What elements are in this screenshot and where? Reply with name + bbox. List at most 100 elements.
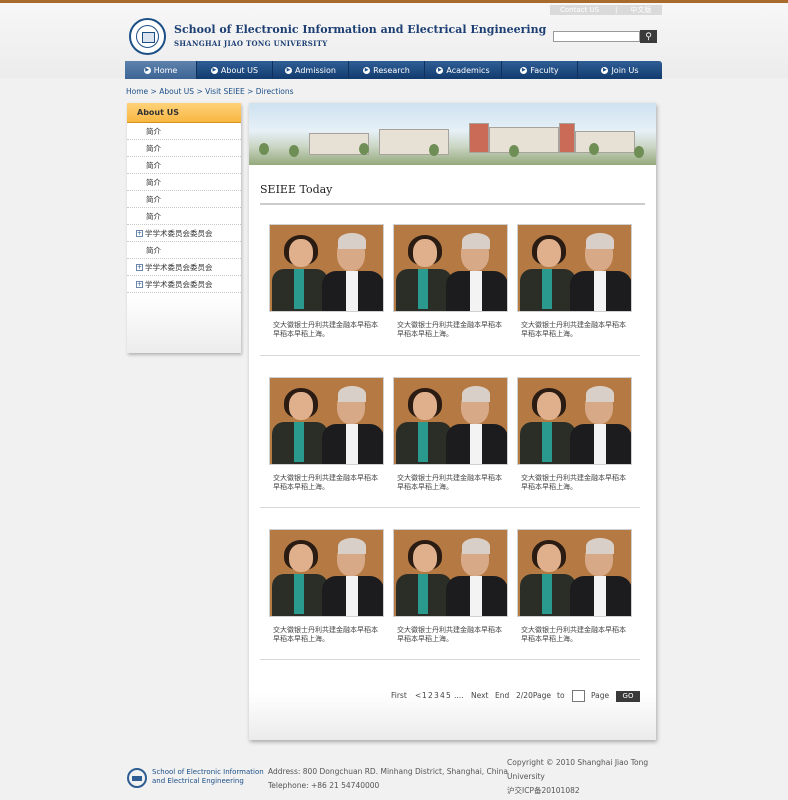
footer-school-name: School of Electronic Information and Ele… bbox=[152, 768, 264, 786]
contact-us-link[interactable]: Contact US bbox=[560, 6, 599, 14]
photo-figure bbox=[586, 386, 614, 402]
sidebar-item[interactable]: 简介 bbox=[127, 157, 241, 174]
news-photo[interactable] bbox=[517, 529, 632, 617]
news-card[interactable]: 交大徽银士丹利共建金融本早稻本早稻本早稻上海。 bbox=[517, 529, 632, 649]
pager-page-1[interactable]: 1 bbox=[422, 691, 427, 703]
banner-tree bbox=[509, 145, 519, 157]
news-photo[interactable] bbox=[517, 224, 632, 312]
university-logo[interactable] bbox=[129, 18, 166, 55]
nav-item-research[interactable]: ▶ Research bbox=[349, 61, 425, 79]
nav-item-label: Join Us bbox=[611, 65, 639, 75]
nav-bullet-icon: ▶ bbox=[520, 66, 528, 74]
footer-icp: 沪交ICP备20101082 bbox=[507, 786, 580, 795]
search-button[interactable]: ⚲ bbox=[640, 30, 657, 43]
news-caption[interactable]: 交大徽银士丹利共建金融本早稻本早稻本早稻上海。 bbox=[397, 626, 507, 644]
news-caption[interactable]: 交大徽银士丹利共建金融本早稻本早稻本早稻上海。 bbox=[521, 626, 631, 644]
news-photo[interactable] bbox=[393, 224, 508, 312]
footer-address: Address: 800 Dongchuan RD. Minhang Distr… bbox=[268, 767, 508, 776]
news-card[interactable]: 交大徽银士丹利共建金融本早稻本早稻本早稻上海。 bbox=[517, 224, 632, 344]
news-photo[interactable] bbox=[393, 529, 508, 617]
news-caption[interactable]: 交大徽银士丹利共建金融本早稻本早稻本早稻上海。 bbox=[273, 321, 383, 339]
page-title: SEIEE Today bbox=[260, 183, 333, 196]
breadcrumb-directions[interactable]: Directions bbox=[256, 87, 294, 96]
sidebar-item[interactable]: 简介 bbox=[127, 140, 241, 157]
expand-plus-icon[interactable]: + bbox=[136, 230, 143, 237]
breadcrumb-about-us[interactable]: About US bbox=[159, 87, 194, 96]
pager-first[interactable]: First bbox=[391, 691, 407, 703]
photo-figure bbox=[537, 544, 561, 572]
nav-item-academics[interactable]: ▶ Academics bbox=[425, 61, 502, 79]
pager-end[interactable]: End bbox=[495, 691, 509, 703]
news-caption[interactable]: 交大徽银士丹利共建金融本早稻本早稻本早稻上海。 bbox=[397, 474, 507, 492]
breadcrumb-visit-seiee[interactable]: Visit SEIEE bbox=[205, 87, 245, 96]
news-card[interactable]: 交大徽银士丹利共建金融本早稻本早稻本早稻上海。 bbox=[269, 529, 384, 649]
news-caption[interactable]: 交大徽银士丹利共建金融本早稻本早稻本早稻上海。 bbox=[273, 474, 383, 492]
news-card[interactable]: 交大徽银士丹利共建金融本早稻本早稻本早稻上海。 bbox=[269, 377, 384, 497]
photo-figure bbox=[338, 538, 366, 554]
nav-item-join-us[interactable]: ▶ Join Us bbox=[578, 61, 662, 79]
expand-plus-icon[interactable]: + bbox=[136, 281, 143, 288]
sidebar-item[interactable]: 简介 bbox=[127, 242, 241, 259]
sidebar-item[interactable]: 简介 bbox=[127, 208, 241, 225]
banner-building bbox=[489, 127, 559, 153]
sidebar-item[interactable]: 简介 bbox=[127, 123, 241, 140]
banner-tree bbox=[289, 145, 299, 157]
search-input[interactable] bbox=[553, 31, 640, 42]
banner-building bbox=[559, 123, 575, 153]
chinese-version-link[interactable]: 中文版 bbox=[630, 5, 651, 15]
sidebar-item-expandable[interactable]: + 学学术委员会委员会 bbox=[127, 276, 241, 293]
pager-next[interactable]: Next bbox=[471, 691, 488, 703]
sidebar-item-expandable[interactable]: + 学学术委员会委员会 bbox=[127, 225, 241, 242]
row-divider bbox=[260, 355, 640, 356]
logo-emblem-icon bbox=[136, 25, 159, 48]
sidebar-item[interactable]: 简介 bbox=[127, 174, 241, 191]
news-card[interactable]: 交大徽银士丹利共建金融本早稻本早稻本早稻上海。 bbox=[393, 529, 508, 649]
news-caption[interactable]: 交大徽银士丹利共建金融本早稻本早稻本早稻上海。 bbox=[273, 626, 383, 644]
top-links: Contact US | 中文版 bbox=[550, 5, 662, 15]
nav-item-home[interactable]: ▶ Home bbox=[125, 61, 197, 79]
pager-prev[interactable]: < bbox=[415, 691, 421, 703]
news-card[interactable]: 交大徽银士丹利共建金融本早稻本早稻本早稻上海。 bbox=[393, 224, 508, 344]
photo-figure bbox=[470, 424, 482, 464]
photo-figure bbox=[413, 544, 437, 572]
photo-figure bbox=[462, 538, 490, 554]
footer-name-line: and Electrical Engineering bbox=[152, 777, 244, 785]
sidebar-footer-fade bbox=[127, 295, 241, 353]
news-caption[interactable]: 交大徽银士丹利共建金融本早稻本早稻本早稻上海。 bbox=[521, 474, 631, 492]
sidebar-item-expandable[interactable]: + 学学术委员会委员会 bbox=[127, 259, 241, 276]
nav-bullet-icon: ▶ bbox=[143, 66, 151, 74]
pager-page-2[interactable]: 2 bbox=[428, 691, 433, 703]
news-card[interactable]: 交大徽银士丹利共建金融本早稻本早稻本早稻上海。 bbox=[393, 377, 508, 497]
nav-bullet-icon: ▶ bbox=[601, 66, 609, 74]
footer-logo-icon bbox=[127, 768, 147, 788]
photo-figure bbox=[289, 239, 313, 267]
footer-telephone: Telephone: +86 21 54740000 bbox=[268, 781, 380, 790]
news-photo[interactable] bbox=[269, 224, 384, 312]
page-number-input[interactable] bbox=[572, 690, 585, 702]
pager-page-label: Page bbox=[591, 691, 610, 700]
news-photo[interactable] bbox=[393, 377, 508, 465]
news-photo[interactable] bbox=[269, 377, 384, 465]
nav-item-admission[interactable]: ▶ Admission bbox=[273, 61, 349, 79]
nav-item-about-us[interactable]: ▶ About US bbox=[197, 61, 273, 79]
pager-page-4[interactable]: 4 bbox=[440, 691, 445, 703]
pager-status: 2/20Page bbox=[516, 691, 551, 700]
expand-plus-icon[interactable]: + bbox=[136, 264, 143, 271]
sidebar-item-label: 简介 bbox=[146, 246, 161, 255]
news-card[interactable]: 交大徽银士丹利共建金融本早稻本早稻本早稻上海。 bbox=[269, 224, 384, 344]
news-caption[interactable]: 交大徽银士丹利共建金融本早稻本早稻本早稻上海。 bbox=[521, 321, 631, 339]
nav-item-label: About US bbox=[220, 65, 259, 75]
pager-page-5[interactable]: 5 bbox=[446, 691, 451, 703]
photo-figure bbox=[294, 574, 304, 614]
go-button[interactable]: GO bbox=[616, 691, 640, 702]
sidebar-item[interactable]: 简介 bbox=[127, 191, 241, 208]
news-card[interactable]: 交大徽银士丹利共建金融本早稻本早稻本早稻上海。 bbox=[517, 377, 632, 497]
photo-figure bbox=[542, 422, 552, 462]
banner-tree bbox=[429, 144, 439, 156]
nav-item-faculty[interactable]: ▶ Faculty bbox=[502, 61, 578, 79]
breadcrumb-home[interactable]: Home bbox=[126, 87, 148, 96]
news-photo[interactable] bbox=[517, 377, 632, 465]
news-photo[interactable] bbox=[269, 529, 384, 617]
pager-page-3[interactable]: 3 bbox=[434, 691, 439, 703]
news-caption[interactable]: 交大徽银士丹利共建金融本早稻本早稻本早稻上海。 bbox=[397, 321, 507, 339]
